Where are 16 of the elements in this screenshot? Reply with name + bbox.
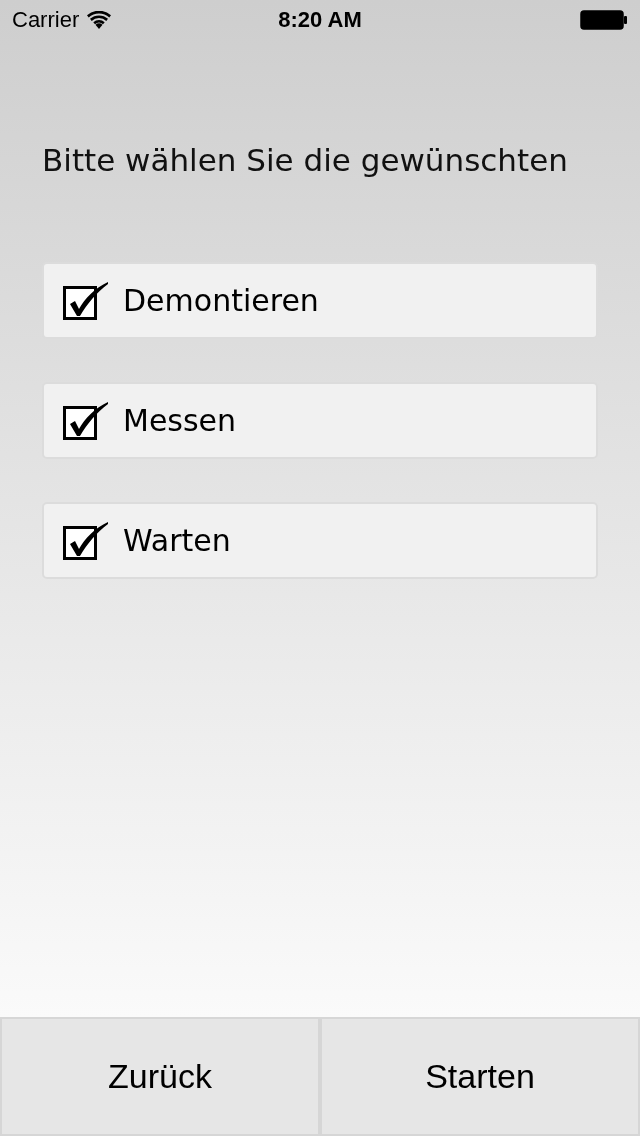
checked-checkbox-icon[interactable] (63, 281, 109, 320)
carrier-name: Carrier (12, 7, 80, 33)
start-button[interactable]: Starten (320, 1017, 640, 1136)
clock-time: 8:20 AM (278, 7, 362, 33)
battery-icon (580, 10, 628, 30)
option-row[interactable]: Messen (42, 382, 598, 459)
wifi-icon (87, 11, 112, 29)
prompt-text: Bitte wählen Sie die gewünschten (42, 141, 569, 180)
option-label: Warten (123, 523, 231, 558)
checked-checkbox-icon[interactable] (63, 401, 109, 440)
option-row[interactable]: Warten (42, 502, 598, 579)
option-row[interactable]: Demontieren (42, 262, 598, 339)
option-label: Demontieren (123, 283, 319, 318)
back-button[interactable]: Zurück (0, 1017, 320, 1136)
checked-checkbox-icon[interactable] (63, 521, 109, 560)
option-label: Messen (123, 403, 237, 438)
